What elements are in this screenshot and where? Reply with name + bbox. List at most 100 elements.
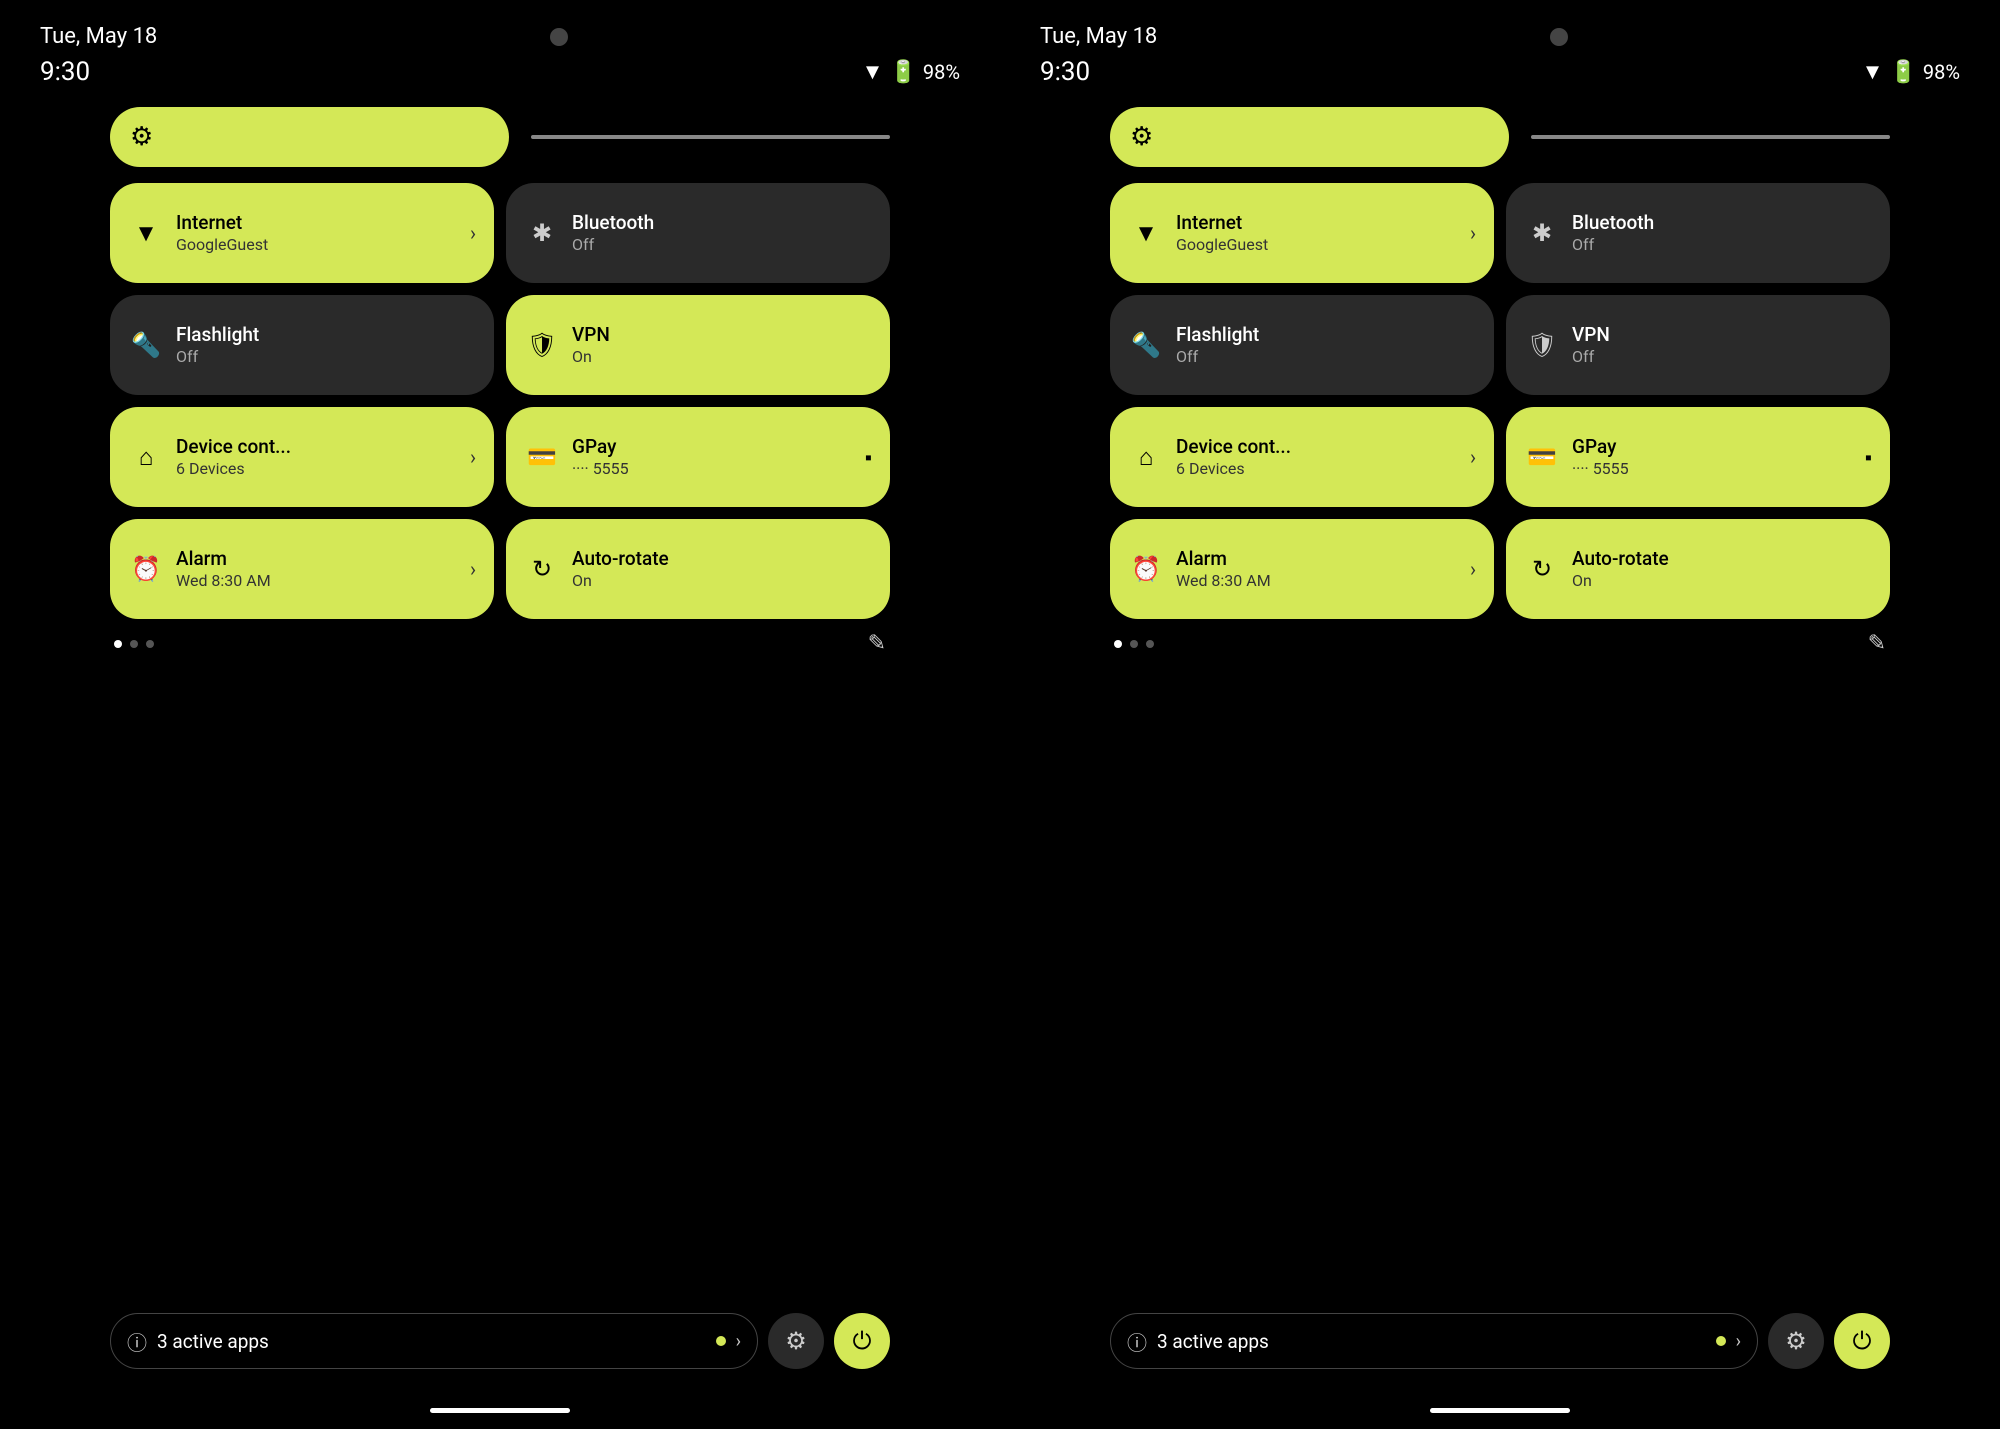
right-device-tile-icon: ⌂	[1130, 443, 1162, 472]
right-gpay-sublabel: ···· 5555	[1572, 459, 1629, 478]
right-active-apps-text: 3 active apps	[1157, 1330, 1706, 1353]
left-dot-1[interactable]	[114, 640, 122, 648]
right-vpn-sublabel: Off	[1572, 347, 1610, 366]
left-vpn-label: VPN	[572, 324, 610, 347]
left-brightness-row[interactable]: ⚙	[110, 107, 890, 167]
right-tile-alarm[interactable]: ⏰ Alarm Wed 8:30 AM ›	[1110, 519, 1494, 619]
right-tile-auto-rotate[interactable]: ↻ Auto-rotate On	[1506, 519, 1890, 619]
right-tile-device-cont[interactable]: ⌂ Device cont... 6 Devices ›	[1110, 407, 1494, 507]
right-date: Tue, May 18	[1040, 24, 1157, 49]
right-rotate-sublabel: On	[1572, 571, 1669, 590]
right-pencil-icon[interactable]: ✎	[1868, 631, 1886, 656]
left-date: Tue, May 18	[40, 24, 157, 49]
left-tile-bluetooth[interactable]: ✱ Bluetooth Off	[506, 183, 890, 283]
left-device-sublabel: 6 Devices	[176, 459, 291, 478]
left-dot-2[interactable]	[130, 640, 138, 648]
left-gpay-card-icon: ▪	[865, 445, 872, 470]
right-tile-flashlight[interactable]: 🔦 Flashlight Off	[1110, 295, 1494, 395]
left-active-apps-chevron[interactable]: ›	[736, 1331, 741, 1352]
left-internet-label: Internet	[176, 212, 268, 235]
right-device-sublabel: 6 Devices	[1176, 459, 1291, 478]
right-dot-2[interactable]	[1130, 640, 1138, 648]
left-dot-3[interactable]	[146, 640, 154, 648]
right-settings-btn[interactable]: ⚙	[1768, 1313, 1824, 1369]
left-rotate-sublabel: On	[572, 571, 669, 590]
left-vpn-tile-icon: 🛡	[526, 331, 558, 359]
right-gpay-card-icon: ▪	[1865, 445, 1872, 470]
left-tile-vpn[interactable]: 🛡 VPN On	[506, 295, 890, 395]
right-alarm-sublabel: Wed 8:30 AM	[1176, 571, 1271, 590]
left-gpay-sublabel: ···· 5555	[572, 459, 629, 478]
left-power-btn[interactable]: ⏻	[834, 1313, 890, 1369]
right-alarm-label: Alarm	[1176, 548, 1271, 571]
right-flashlight-tile-icon: 🔦	[1130, 331, 1162, 359]
left-camera-dot	[550, 28, 568, 46]
right-tile-vpn[interactable]: 🛡 VPN Off	[1506, 295, 1890, 395]
left-device-chevron: ›	[470, 445, 476, 469]
right-wifi-icon: ▼	[1862, 59, 1884, 85]
right-active-apps-chevron[interactable]: ›	[1736, 1331, 1741, 1352]
left-status-bar: Tue, May 18	[0, 0, 1000, 49]
left-settings-btn[interactable]: ⚙	[768, 1313, 824, 1369]
right-battery-icon: 🔋	[1889, 60, 1916, 85]
left-brightness-icon: ⚙	[130, 122, 153, 152]
left-wifi-icon: ▼	[862, 59, 884, 85]
left-gpay-tile-icon: 💳	[526, 443, 558, 471]
right-time-row: 9:30 ▼ 🔋 98%	[1000, 49, 2000, 87]
right-dot-1[interactable]	[1114, 640, 1122, 648]
left-wifi-tile-icon: ▼	[130, 219, 162, 248]
right-tile-internet[interactable]: ▼ Internet GoogleGuest ›	[1110, 183, 1494, 283]
right-internet-label: Internet	[1176, 212, 1268, 235]
left-device-tile-icon: ⌂	[130, 443, 162, 472]
left-panel: Tue, May 18 9:30 ▼ 🔋 98% ⚙ ▼ Internet	[0, 0, 1000, 1429]
right-rotate-label: Auto-rotate	[1572, 548, 1669, 571]
left-device-label: Device cont...	[176, 436, 291, 459]
left-brightness-track[interactable]	[531, 135, 890, 139]
left-brightness-pill[interactable]: ⚙	[110, 107, 509, 167]
left-tile-flashlight[interactable]: 🔦 Flashlight Off	[110, 295, 494, 395]
right-brightness-pill[interactable]: ⚙	[1110, 107, 1509, 167]
right-alarm-chevron: ›	[1470, 557, 1476, 581]
left-internet-chevron: ›	[470, 221, 476, 245]
left-active-apps-pill[interactable]: ⓘ 3 active apps ›	[110, 1313, 758, 1369]
right-active-apps-pill[interactable]: ⓘ 3 active apps ›	[1110, 1313, 1758, 1369]
left-bottom-bar: ⓘ 3 active apps › ⚙ ⏻	[110, 1313, 890, 1369]
right-vpn-tile-icon: 🛡	[1526, 331, 1558, 359]
right-power-btn[interactable]: ⏻	[1834, 1313, 1890, 1369]
left-battery-text: 98%	[923, 60, 960, 84]
left-pencil-icon[interactable]: ✎	[868, 631, 886, 656]
right-device-chevron: ›	[1470, 445, 1476, 469]
left-qs-container: ⚙ ▼ Internet GoogleGuest › ✱ Bluetooth O…	[110, 107, 890, 656]
left-tile-alarm[interactable]: ⏰ Alarm Wed 8:30 AM ›	[110, 519, 494, 619]
left-power-icon: ⏻	[853, 1327, 872, 1355]
right-bluetooth-sublabel: Off	[1572, 235, 1654, 254]
right-device-label: Device cont...	[1176, 436, 1291, 459]
left-rotate-label: Auto-rotate	[572, 548, 669, 571]
right-dot-3[interactable]	[1146, 640, 1154, 648]
left-gpay-label: GPay	[572, 436, 629, 459]
left-alarm-chevron: ›	[470, 557, 476, 581]
left-settings-icon: ⚙	[785, 1327, 807, 1355]
right-info-icon: ⓘ	[1127, 1327, 1147, 1356]
left-tile-auto-rotate[interactable]: ↻ Auto-rotate On	[506, 519, 890, 619]
right-tile-bluetooth[interactable]: ✱ Bluetooth Off	[1506, 183, 1890, 283]
right-brightness-track[interactable]	[1531, 135, 1890, 139]
right-active-apps-dot	[1716, 1336, 1726, 1346]
left-pagination-row: ✎	[110, 631, 890, 656]
right-status-icons: ▼ 🔋 98%	[1862, 59, 1960, 85]
right-bluetooth-label: Bluetooth	[1572, 212, 1654, 235]
right-status-bar: Tue, May 18	[1000, 0, 2000, 49]
right-flashlight-sublabel: Off	[1176, 347, 1259, 366]
right-tile-gpay[interactable]: 💳 GPay ···· 5555 ▪	[1506, 407, 1890, 507]
right-brightness-row[interactable]: ⚙	[1110, 107, 1890, 167]
left-tile-gpay[interactable]: 💳 GPay ···· 5555 ▪	[506, 407, 890, 507]
right-bluetooth-tile-icon: ✱	[1526, 219, 1558, 247]
left-tile-internet[interactable]: ▼ Internet GoogleGuest ›	[110, 183, 494, 283]
left-alarm-sublabel: Wed 8:30 AM	[176, 571, 271, 590]
right-camera-dot	[1550, 28, 1568, 46]
left-flashlight-sublabel: Off	[176, 347, 259, 366]
right-settings-icon: ⚙	[1785, 1327, 1807, 1355]
left-rotate-tile-icon: ↻	[526, 555, 558, 583]
left-tile-device-cont[interactable]: ⌂ Device cont... 6 Devices ›	[110, 407, 494, 507]
right-brightness-icon: ⚙	[1130, 122, 1153, 152]
